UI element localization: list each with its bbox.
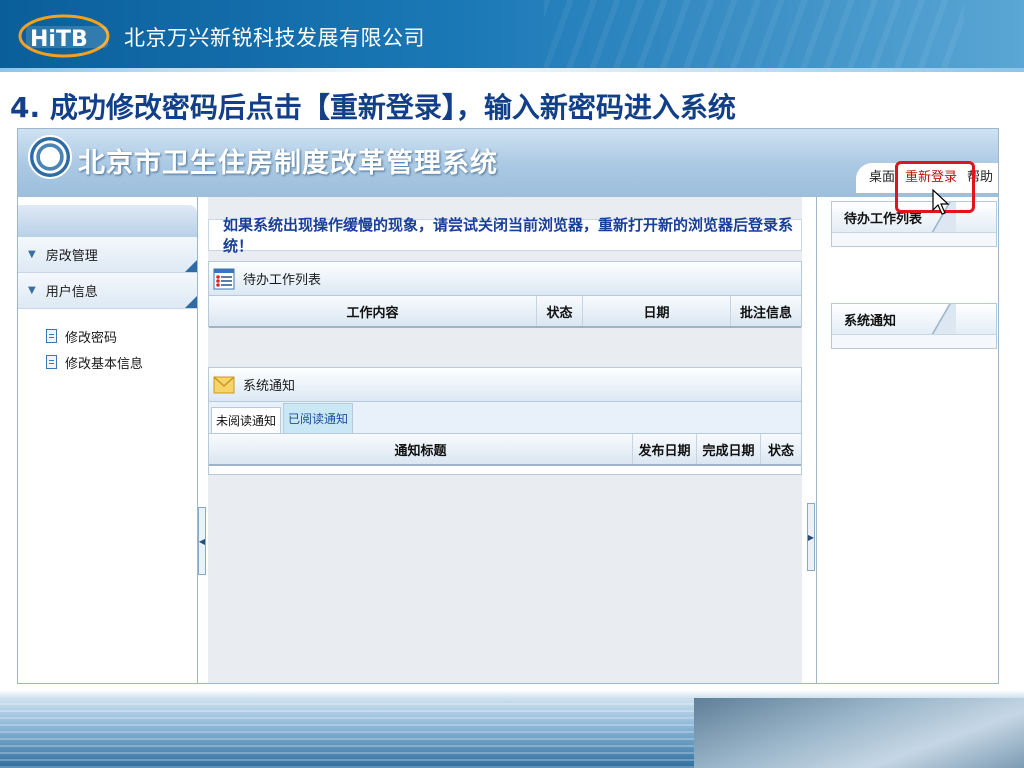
tab-unread[interactable]: 未阅读通知 (211, 407, 282, 433)
keyboard-image (694, 698, 1024, 768)
chevron-down-icon: ▼ (28, 285, 36, 296)
sidebar-item-label: 房改管理 (45, 249, 98, 264)
column-header[interactable]: 状态 (761, 434, 801, 464)
right-panel: 待办工作列表 系统通知 (816, 197, 998, 683)
submenu-item-change-password[interactable]: 修改密码 (46, 323, 197, 349)
emblem-icon (28, 135, 72, 179)
right-notify-widget: 系统通知 (831, 303, 997, 349)
column-header[interactable]: 工作内容 (209, 296, 537, 326)
collapse-left-handle[interactable]: ◀ (198, 507, 206, 575)
chevron-down-icon: ▼ (28, 249, 36, 260)
right-notify-tab[interactable]: 系统通知 (832, 304, 996, 334)
sidebar-item-label: 用户信息 (45, 285, 98, 300)
submenu-item-label: 修改基本信息 (65, 356, 144, 372)
column-header[interactable]: 状态 (537, 296, 583, 326)
tab-read[interactable]: 已阅读通知 (283, 403, 354, 433)
notify-table-header: 通知标题 发布日期 完成日期 状态 (209, 434, 801, 466)
footer-stripes (0, 698, 700, 768)
column-header[interactable]: 日期 (583, 296, 731, 326)
task-list-icon (213, 268, 235, 289)
notify-panel-header: 系统通知 (209, 368, 801, 402)
corner-decoration (185, 296, 197, 308)
column-header[interactable]: 发布日期 (633, 434, 697, 464)
corner-decoration (185, 260, 197, 272)
notify-panel-title: 系统通知 (243, 379, 296, 394)
notify-tabs: 未阅读通知 已阅读通知 (209, 402, 801, 434)
right-notify-body (832, 334, 996, 348)
todo-panel-title: 待办工作列表 (243, 273, 322, 288)
sidebar-header (18, 205, 197, 237)
submenu-item-label: 修改密码 (65, 330, 118, 346)
logo-text: HiTB (30, 27, 88, 52)
footer-decoration (0, 698, 1024, 768)
step-title: 4. 成功修改密码后点击【重新登录】，输入新密码进入系统 (10, 91, 736, 124)
document-icon (46, 355, 57, 369)
column-header[interactable]: 通知标题 (209, 434, 633, 464)
footer-divider (0, 690, 1024, 698)
app-header: 北京市卫生住房制度改革管理系统 桌面 重新登录 帮助 (18, 129, 998, 197)
app-window: 北京市卫生住房制度改革管理系统 桌面 重新登录 帮助 ▼ 房改管理 ▼ 用户信息… (17, 128, 999, 684)
document-icon (46, 329, 57, 343)
app-title: 北京市卫生住房制度改革管理系统 (78, 148, 498, 179)
submenu-item-change-info[interactable]: 修改基本信息 (46, 349, 197, 375)
todo-panel-header: 待办工作列表 (209, 262, 801, 296)
mouse-cursor-icon (932, 189, 950, 215)
sidebar-item-user-info[interactable]: ▼ 用户信息 (18, 273, 197, 309)
system-notice: 如果系统出现操作缓慢的现象，请尝试关闭当前浏览器，重新打开新的浏览器后登录系统！ (208, 216, 802, 255)
todo-panel: 待办工作列表 工作内容 状态 日期 批注信息 (208, 261, 802, 328)
sidebar: ▼ 房改管理 ▼ 用户信息 修改密码 修改基本信息 (18, 197, 198, 683)
header-decoration (544, 0, 964, 72)
main-content: 如果系统出现操作缓慢的现象，请尝试关闭当前浏览器，重新打开新的浏览器后登录系统！… (208, 197, 802, 683)
company-logo: HiTB (18, 14, 110, 58)
company-name: 北京万兴新锐科技发展有限公司 (124, 26, 425, 50)
mail-icon (213, 375, 235, 393)
notify-panel: 系统通知 未阅读通知 已阅读通知 通知标题 发布日期 完成日期 状态 (208, 367, 802, 475)
user-info-submenu: 修改密码 修改基本信息 (18, 309, 197, 375)
right-todo-body (832, 232, 996, 246)
collapse-right-handle[interactable]: ▶ (807, 503, 815, 571)
slide-header: HiTB 北京万兴新锐科技发展有限公司 (0, 0, 1024, 72)
todo-table-header: 工作内容 状态 日期 批注信息 (209, 296, 801, 328)
header-divider (0, 68, 1024, 72)
column-header[interactable]: 批注信息 (731, 296, 801, 326)
column-header[interactable]: 完成日期 (697, 434, 761, 464)
sidebar-item-housing[interactable]: ▼ 房改管理 (18, 237, 197, 273)
